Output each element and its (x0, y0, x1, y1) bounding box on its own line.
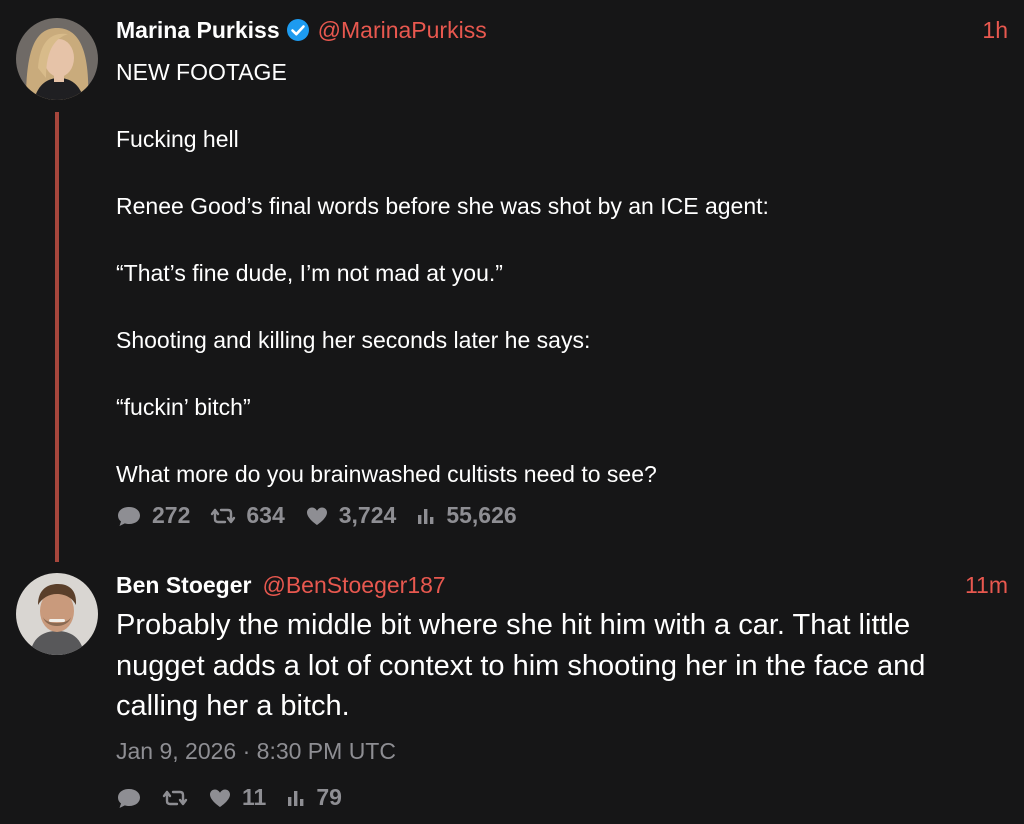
tweet-time[interactable]: 11m (965, 571, 1008, 599)
tweet-header: Marina Purkiss @MarinaPurkiss 1h (116, 16, 1008, 44)
tweet-paragraph: What more do you brainwashed cultists ne… (116, 461, 657, 487)
retweet-icon (211, 508, 236, 523)
tweet-text: NEW FOOTAGE Fucking hell Renee Good’s fi… (116, 56, 996, 492)
like-count: 3,724 (338, 502, 397, 528)
views-count: 55,626 (446, 502, 517, 528)
like-stat[interactable]: 3,724 (305, 502, 397, 529)
tweet-text: Probably the middle bit where she hit hi… (116, 609, 926, 722)
reply-stat[interactable]: 272 (116, 502, 190, 529)
tweet-stats: 272 634 3,724 55,626 (116, 502, 537, 529)
bar-chart-icon (418, 508, 434, 524)
author-name[interactable]: Marina Purkiss (116, 16, 280, 44)
heart-icon (306, 507, 327, 525)
tweet-date[interactable]: Jan 9, 2026 · 8:30 PM UTC (116, 737, 396, 765)
views-stat[interactable]: 79 (286, 784, 342, 811)
retweet-stat[interactable]: 634 (210, 502, 285, 529)
tweet-header: Ben Stoeger @BenStoeger187 11m (116, 571, 1008, 599)
thread-line (55, 112, 59, 562)
avatar-marina-purkiss[interactable] (16, 18, 98, 100)
like-count: 11 (242, 784, 267, 810)
tweet-paragraph: Renee Good’s final words before she was … (116, 193, 769, 219)
tweet-paragraph: Shooting and killing her seconds later h… (116, 327, 591, 353)
tweet-stats: 11 79 (116, 784, 362, 811)
reply-count: 272 (152, 502, 191, 528)
verified-badge-icon (286, 18, 310, 42)
reply-stat[interactable] (116, 786, 142, 810)
author-handle[interactable]: @MarinaPurkiss (318, 16, 487, 44)
tweet-paragraph: “fuckin’ bitch” (116, 394, 251, 420)
heart-icon (210, 789, 230, 807)
tweet-paragraph: NEW FOOTAGE (116, 59, 287, 85)
avatar-ben-stoeger[interactable] (16, 573, 98, 655)
tweet-paragraph: “That’s fine dude, I’m not mad at you.” (116, 260, 503, 286)
retweet-stat[interactable] (162, 786, 188, 810)
author-name[interactable]: Ben Stoeger (116, 571, 251, 599)
bar-chart-icon (288, 790, 304, 806)
speech-bubble-icon (118, 506, 140, 526)
author-handle[interactable]: @BenStoeger187 (262, 571, 445, 599)
views-stat[interactable]: 55,626 (416, 502, 517, 529)
like-stat[interactable]: 11 (208, 784, 266, 811)
speech-bubble-icon (118, 788, 140, 808)
retweet-count: 634 (246, 502, 285, 528)
tweet-paragraph: Fucking hell (116, 126, 239, 152)
views-count: 79 (316, 784, 342, 810)
retweet-icon (162, 790, 188, 805)
tweet-time[interactable]: 1h (982, 16, 1008, 44)
